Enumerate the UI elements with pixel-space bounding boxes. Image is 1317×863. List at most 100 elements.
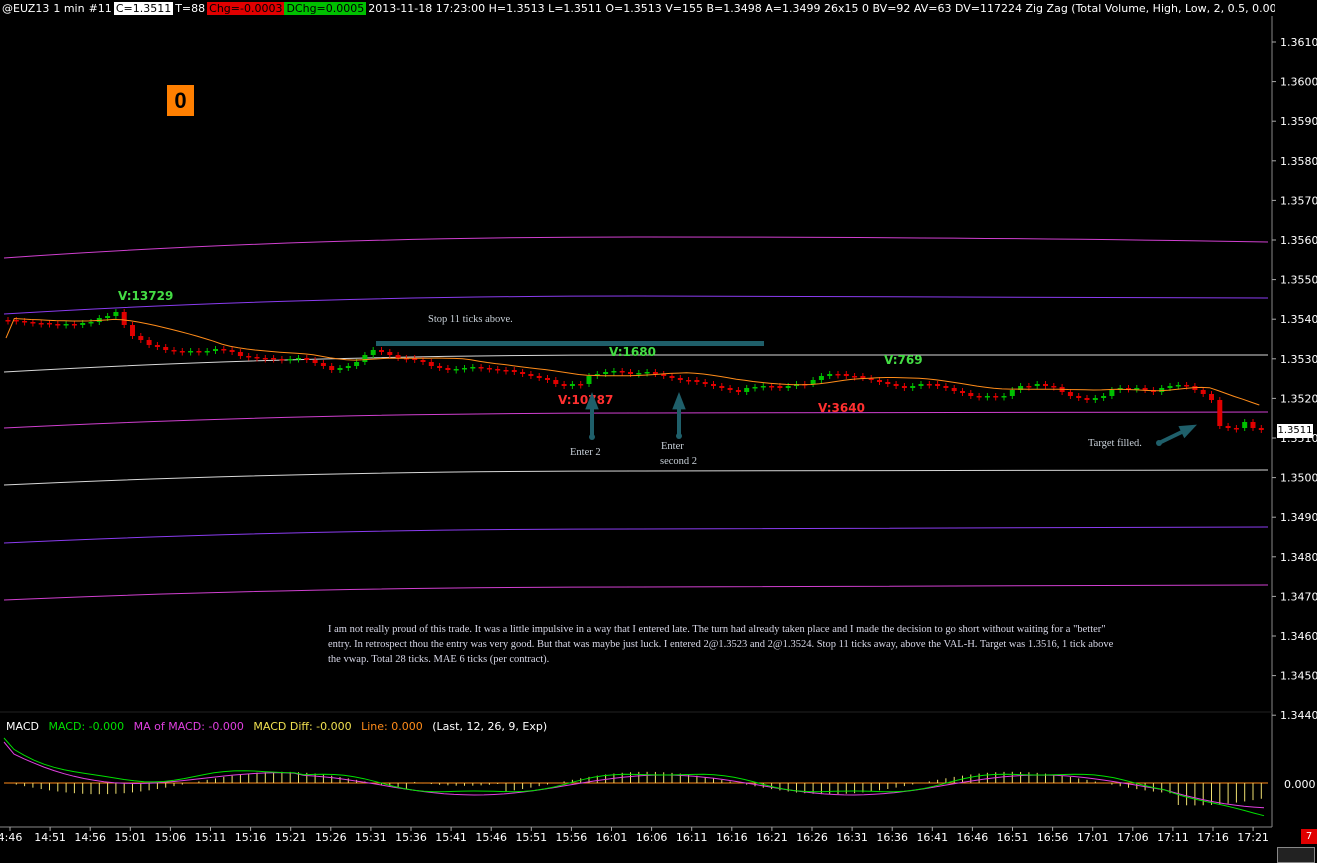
candle-body: [38, 323, 44, 325]
stop-annotation: Stop 11 ticks above.: [428, 314, 513, 325]
candle-body: [229, 350, 235, 352]
horizontal-scrollbar[interactable]: [1277, 847, 1315, 863]
candle-body: [993, 396, 999, 398]
candle-body: [702, 382, 708, 384]
candle-body: [943, 386, 949, 388]
candle-body: [5, 320, 11, 322]
candle-body: [578, 384, 584, 386]
interval-label: 1 min: [53, 1, 85, 15]
ticks-value: T=88: [175, 1, 206, 15]
candle-body: [569, 384, 575, 386]
candle-body: [47, 323, 52, 325]
candle-body: [329, 366, 335, 370]
candle-body: [644, 372, 650, 374]
macd-params: (Last, 12, 26, 9, Exp): [432, 720, 548, 733]
time-label: 15:11: [195, 831, 227, 844]
candle-body: [843, 374, 849, 376]
candle-body: [1167, 386, 1173, 388]
candle-body: [188, 351, 194, 353]
close-value: C=1.3511: [113, 1, 174, 15]
candle-body: [1043, 384, 1048, 386]
candle-body: [246, 356, 252, 358]
candle-body: [744, 388, 750, 392]
candle-body: [735, 390, 741, 392]
price-label: 1.3540: [1280, 313, 1317, 326]
time-label: 4:46: [0, 831, 22, 844]
band-lower-3: [3, 584, 1269, 601]
candle-body: [345, 366, 351, 368]
candle-body: [818, 376, 824, 380]
zigzag-volume-label: V:1680: [609, 345, 656, 359]
time-label: 14:51: [34, 831, 66, 844]
candle-body: [63, 324, 69, 326]
candle-body: [628, 372, 633, 374]
candle-body: [520, 372, 526, 374]
macd-zero-label: 0.000: [1284, 778, 1316, 791]
candle-body: [22, 321, 28, 323]
candle-body: [852, 376, 858, 378]
time-label: 15:21: [275, 831, 307, 844]
enter-second-arrow-tail: [676, 433, 682, 439]
macd-legend: MACD MACD: -0.000 MA of MACD: -0.000 MAC…: [6, 720, 553, 733]
time-label: 16:41: [916, 831, 948, 844]
price-label: 1.3480: [1280, 551, 1317, 564]
candle-body: [163, 347, 169, 350]
band-upper-3: [3, 236, 1269, 259]
time-label: 16:01: [596, 831, 628, 844]
trade-note: I am not really proud of this trade. It …: [328, 624, 1114, 665]
candle-body: [420, 360, 426, 362]
candle-body: [918, 384, 924, 386]
candle-body: [262, 358, 268, 360]
time-label: 15:06: [155, 831, 187, 844]
price-label: 1.3450: [1280, 670, 1317, 683]
enter-second-line2: second 2: [660, 456, 698, 467]
candle-body: [213, 349, 218, 351]
time-label: 16:36: [876, 831, 908, 844]
price-label: 1.3490: [1280, 511, 1317, 524]
candle-body: [146, 340, 152, 345]
time-label: 17:21: [1237, 831, 1269, 844]
time-label: 15:26: [315, 831, 347, 844]
band-vah: [3, 411, 1269, 429]
candle-body: [528, 374, 534, 376]
candle-body: [910, 386, 916, 388]
candle-body: [30, 322, 36, 324]
candle-body: [694, 380, 700, 382]
macd-line-value: Line: 0.000: [361, 720, 423, 733]
candle-body: [885, 382, 891, 384]
price-label: 1.3570: [1280, 194, 1317, 207]
candle-body: [1250, 422, 1256, 428]
candle-body: [13, 320, 19, 322]
macd-diff-value: MACD Diff: -0.000: [253, 720, 352, 733]
candle-body: [121, 312, 127, 325]
price-label: 1.3590: [1280, 115, 1317, 128]
time-label: 14:56: [74, 831, 106, 844]
time-label: 16:06: [636, 831, 668, 844]
candle-body: [669, 376, 675, 378]
candle-body: [437, 366, 443, 368]
daily-change-value: DChg=0.0005: [284, 1, 367, 15]
candle-body: [204, 351, 210, 353]
candle-body: [1067, 392, 1073, 396]
price-label: 1.3470: [1280, 590, 1317, 603]
candle-body: [296, 358, 301, 360]
symbol-label: @EUZ13: [2, 1, 50, 15]
price-label: 1.3440: [1280, 709, 1317, 722]
candle-body: [1034, 384, 1040, 386]
bar-number: #11: [88, 1, 112, 15]
bar-details: 2013-11-18 17:23:00 H=1.3513 L=1.3511 O=…: [368, 1, 1275, 15]
candle-body: [1084, 398, 1090, 400]
price-label: 1.3460: [1280, 630, 1317, 643]
target-annotation: Target filled.: [1088, 438, 1142, 449]
candle-body: [1051, 386, 1057, 388]
alert-count[interactable]: 7: [1301, 829, 1317, 844]
chart-header: @EUZ13 1 min #11 C=1.3511 T=88 Chg=-0.00…: [0, 0, 1275, 16]
candle-body: [586, 376, 592, 384]
candle-body: [428, 362, 434, 366]
zigzag-volume-label: V:10787: [558, 393, 613, 407]
time-label: 15:41: [435, 831, 467, 844]
time-label: 16:26: [796, 831, 828, 844]
candle-body: [154, 345, 160, 347]
candle-body: [80, 323, 86, 325]
change-value: Chg=-0.0003: [207, 1, 285, 15]
